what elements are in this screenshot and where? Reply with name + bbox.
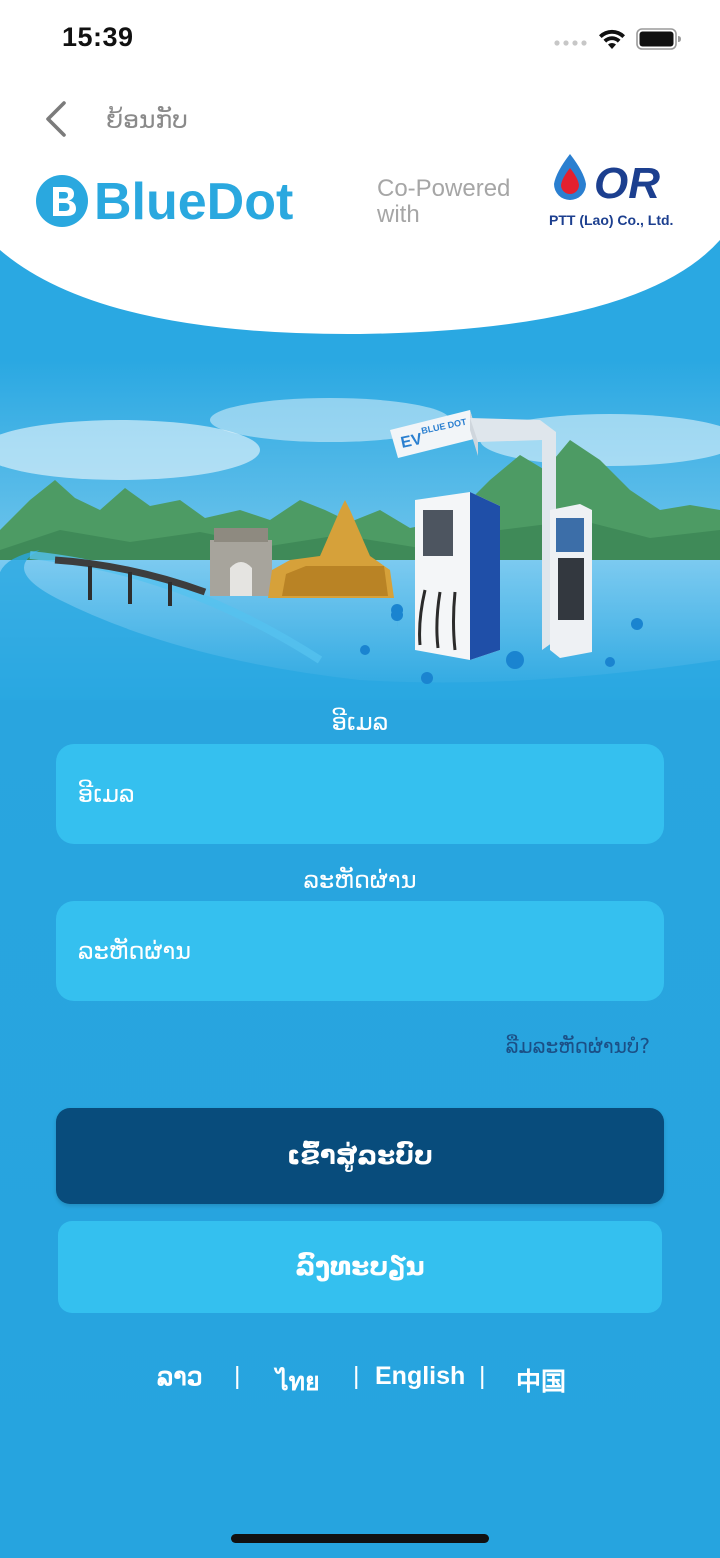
bluedot-logo: BlueDot — [36, 173, 293, 231]
brand-name: BlueDot — [94, 173, 293, 231]
cellular-signal-icon — [554, 40, 587, 46]
home-indicator[interactable] — [231, 1534, 489, 1543]
partner-caption: PTT (Lao) Co., Ltd. — [549, 212, 674, 228]
or-logo-mark: OR — [594, 159, 660, 208]
password-field[interactable]: ລະຫັດຜ່ານ — [56, 901, 664, 1001]
language-separator: | — [353, 1362, 360, 1390]
language-separator: | — [479, 1362, 486, 1390]
language-separator: | — [234, 1362, 241, 1390]
hero-illustration: EV BLUE DOT — [0, 360, 720, 700]
language-lao[interactable]: ລາວ — [157, 1362, 203, 1392]
login-screen: 15:39 ຍ້ອນກັບ BlueDot Co-Powered with OR… — [0, 0, 720, 1558]
email-field[interactable]: ອີເມລ — [56, 744, 664, 844]
register-button[interactable]: ລົງທະບຽນ — [58, 1221, 662, 1313]
or-logo: OR — [554, 154, 660, 208]
password-placeholder: ລະຫັດຜ່ານ — [78, 937, 192, 965]
login-button[interactable]: ເຂົ້າສູ່ລະບົບ — [56, 1108, 664, 1204]
status-bar: 15:39 — [0, 0, 720, 78]
language-thai[interactable]: ไทย — [276, 1362, 320, 1402]
status-time: 15:39 — [62, 22, 134, 52]
chevron-left-icon — [46, 101, 66, 137]
cobrand-line-2: with — [377, 201, 420, 228]
cobrand-text: Co-Powered with — [377, 176, 510, 228]
back-label: ຍ້ອນກັບ — [106, 104, 188, 134]
email-label: ອີເມລ — [331, 708, 389, 736]
language-chinese[interactable]: 中国 — [516, 1362, 566, 1398]
cobrand-line-1: Co-Powered — [377, 175, 511, 202]
back-button[interactable]: ຍ້ອນກັບ — [40, 96, 188, 142]
language-english[interactable]: English — [375, 1362, 465, 1391]
email-placeholder: ອີເມລ — [78, 780, 135, 808]
battery-icon — [636, 28, 681, 50]
language-selector: ລາວ | ไทย | English | 中国 — [0, 1362, 720, 1402]
forgot-password-link[interactable]: ລືມລະຫັດຜ່ານບໍ? — [506, 1034, 650, 1058]
wifi-icon — [599, 29, 625, 49]
password-label: ລະຫັດຜ່ານ — [303, 866, 417, 894]
